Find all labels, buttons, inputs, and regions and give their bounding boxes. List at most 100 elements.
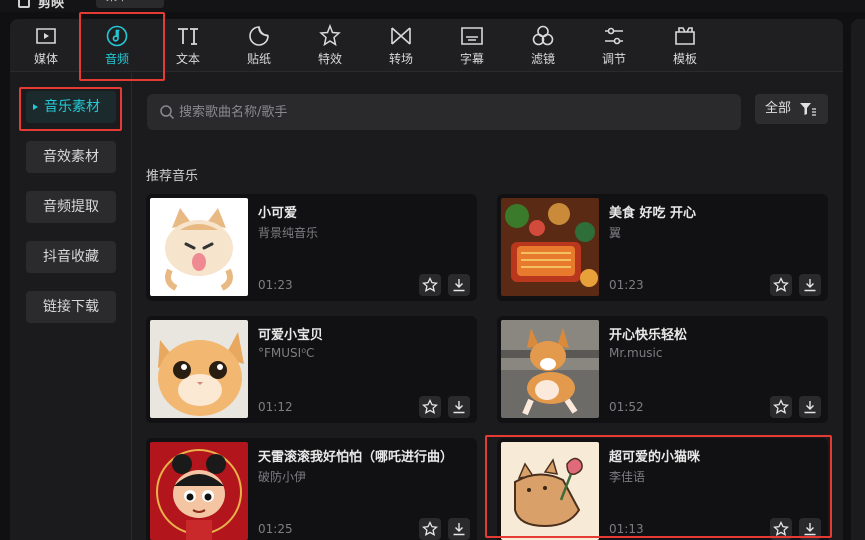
download-button[interactable] bbox=[799, 274, 821, 296]
favorite-button[interactable] bbox=[419, 518, 441, 540]
tab-text[interactable]: 文本 bbox=[158, 19, 218, 72]
media-icon bbox=[36, 28, 56, 44]
track-duration: 01:23 bbox=[258, 278, 293, 292]
adjacent-panel-edge bbox=[851, 19, 865, 540]
download-icon bbox=[804, 523, 816, 536]
sticker-icon bbox=[249, 26, 269, 46]
tab-label: 文本 bbox=[175, 52, 200, 66]
download-button[interactable] bbox=[448, 518, 470, 540]
tab-label: 音频 bbox=[104, 52, 129, 66]
tab-label: 特效 bbox=[317, 52, 342, 66]
funnel-icon bbox=[800, 103, 816, 116]
music-card[interactable]: 开心快乐轻松 Mr.music 01:52 bbox=[497, 316, 828, 423]
subtitle-icon bbox=[461, 27, 483, 45]
track-artist: 破防小伊 bbox=[258, 470, 307, 484]
app-window: 剪映 菜单 媒体 音频 文本 贴纸 特效 bbox=[0, 0, 865, 540]
corgi-thumbnail bbox=[501, 320, 599, 418]
media-panel: 媒体 音频 文本 贴纸 特效 转场 字幕 滤镜 调节 模板 音乐素材 音效素材 … bbox=[10, 19, 843, 540]
filter-label: 全部 bbox=[765, 101, 792, 116]
track-duration: 01:25 bbox=[258, 522, 293, 536]
download-button[interactable] bbox=[448, 396, 470, 418]
download-icon bbox=[453, 401, 465, 414]
tab-label: 滤镜 bbox=[530, 52, 555, 66]
favorite-button[interactable] bbox=[770, 396, 792, 418]
filter-icon bbox=[532, 25, 554, 46]
track-artist: 李佳语 bbox=[609, 470, 646, 484]
star-icon bbox=[422, 521, 438, 536]
download-icon bbox=[804, 401, 816, 414]
favorite-button[interactable] bbox=[770, 274, 792, 296]
download-button[interactable] bbox=[799, 396, 821, 418]
track-title: 天雷滚滚我好怕怕（哪吒进行曲） bbox=[258, 450, 454, 465]
sidebar-item-music[interactable]: 音乐素材 bbox=[26, 91, 116, 123]
favorite-button[interactable] bbox=[770, 518, 792, 540]
sidebar-item-audio-extract[interactable]: 音频提取 bbox=[26, 191, 116, 223]
search-bar bbox=[147, 94, 741, 130]
food-spread-thumbnail bbox=[501, 198, 599, 296]
star-icon bbox=[773, 277, 789, 292]
music-card[interactable]: 可爱小宝贝 °FMUSI⁰C 01:12 bbox=[146, 316, 477, 423]
app-name: 剪映 bbox=[38, 0, 65, 11]
sidebar-item-label: 链接下载 bbox=[43, 299, 99, 315]
cartoon-cat-thumbnail bbox=[150, 198, 248, 296]
tab-label: 字幕 bbox=[459, 52, 484, 66]
download-button[interactable] bbox=[799, 518, 821, 540]
search-icon bbox=[160, 105, 175, 120]
track-duration: 01:12 bbox=[258, 400, 293, 414]
audio-icon bbox=[106, 25, 128, 47]
music-card[interactable]: 小可爱 背景纯音乐 01:23 bbox=[146, 194, 477, 301]
tab-transition[interactable]: 转场 bbox=[371, 19, 431, 72]
section-title: 推荐音乐 bbox=[146, 169, 199, 184]
tab-audio[interactable]: 音频 bbox=[87, 19, 147, 72]
caret-right-icon bbox=[33, 104, 38, 110]
track-title: 开心快乐轻松 bbox=[609, 328, 688, 343]
nezha-thumbnail bbox=[150, 442, 248, 540]
tab-label: 调节 bbox=[601, 52, 626, 66]
tab-adjust[interactable]: 调节 bbox=[584, 19, 644, 72]
track-title: 超可爱的小猫咪 bbox=[609, 450, 701, 465]
transition-icon bbox=[391, 27, 411, 45]
download-icon bbox=[804, 279, 816, 292]
sidebar-item-link-download[interactable]: 链接下载 bbox=[26, 291, 116, 323]
cat-with-flower-thumbnail bbox=[501, 442, 599, 540]
sidebar: 音乐素材 音效素材 音频提取 抖音收藏 链接下载 bbox=[10, 73, 132, 540]
track-artist: °FMUSI⁰C bbox=[258, 346, 315, 360]
tab-filter[interactable]: 滤镜 bbox=[513, 19, 573, 72]
track-duration: 01:52 bbox=[609, 400, 644, 414]
title-bar: 剪映 菜单 bbox=[0, 0, 865, 12]
music-card[interactable]: 超可爱的小猫咪 李佳语 01:13 bbox=[497, 438, 828, 540]
tab-effects[interactable]: 特效 bbox=[300, 19, 360, 72]
music-card[interactable]: 美食 好吃 开心 翼 01:23 bbox=[497, 194, 828, 301]
sidebar-item-douyin-favorites[interactable]: 抖音收藏 bbox=[26, 241, 116, 273]
menu-button[interactable]: 菜单 bbox=[96, 0, 164, 8]
track-title: 美食 好吃 开心 bbox=[609, 206, 697, 221]
tab-subtitle[interactable]: 字幕 bbox=[442, 19, 502, 72]
sidebar-item-label: 音乐素材 bbox=[44, 99, 100, 115]
filter-dropdown-button[interactable]: 全部 bbox=[755, 94, 828, 124]
tool-tabs: 媒体 音频 文本 贴纸 特效 转场 字幕 滤镜 调节 模板 bbox=[10, 19, 843, 72]
tab-template[interactable]: 模板 bbox=[655, 19, 715, 72]
tab-label: 媒体 bbox=[33, 52, 58, 66]
favorite-button[interactable] bbox=[419, 274, 441, 296]
download-icon bbox=[453, 279, 465, 292]
tab-sticker[interactable]: 贴纸 bbox=[229, 19, 289, 72]
star-icon bbox=[773, 399, 789, 414]
track-artist: 翼 bbox=[609, 226, 622, 240]
track-title: 可爱小宝贝 bbox=[258, 328, 324, 343]
star-icon bbox=[773, 521, 789, 536]
download-icon bbox=[453, 523, 465, 536]
music-card[interactable]: 天雷滚滚我好怕怕（哪吒进行曲） 破防小伊 01:25 bbox=[146, 438, 477, 540]
sidebar-item-label: 音效素材 bbox=[43, 149, 99, 165]
search-input[interactable] bbox=[179, 94, 719, 130]
star-icon bbox=[422, 277, 438, 292]
template-icon bbox=[675, 27, 695, 45]
favorite-button[interactable] bbox=[419, 396, 441, 418]
adjust-icon bbox=[605, 27, 623, 45]
download-button[interactable] bbox=[448, 274, 470, 296]
tab-label: 转场 bbox=[388, 52, 413, 66]
tab-label: 贴纸 bbox=[246, 52, 271, 66]
sidebar-item-sound-effects[interactable]: 音效素材 bbox=[26, 141, 116, 173]
text-icon bbox=[178, 28, 198, 45]
tab-media[interactable]: 媒体 bbox=[16, 19, 76, 72]
track-duration: 01:13 bbox=[609, 522, 644, 536]
